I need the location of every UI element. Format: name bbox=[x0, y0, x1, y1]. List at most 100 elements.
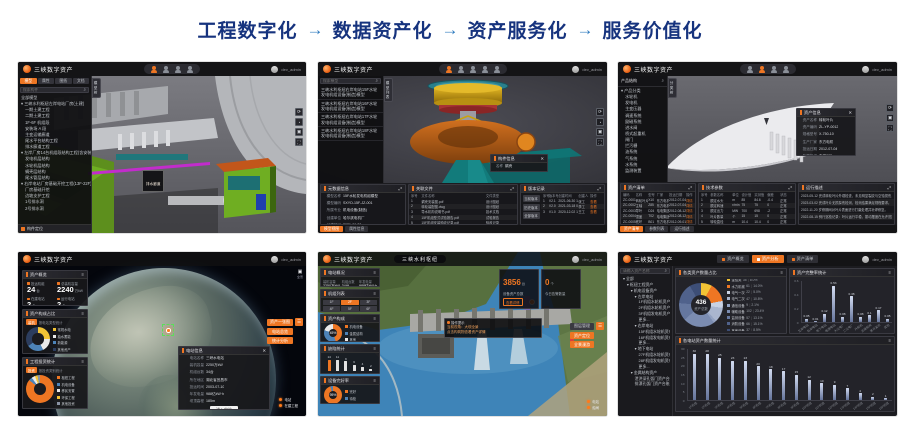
version-filter-button[interactable]: 历史版本 bbox=[523, 204, 540, 211]
tree-item[interactable]: 排漂孔弧门资产台账 bbox=[620, 381, 670, 387]
scene-action-button[interactable]: 资产定位 bbox=[570, 332, 594, 339]
unit-button[interactable]: 1F bbox=[323, 300, 340, 306]
table-row[interactable]: 1V2.12021-06-30 10:22张工查看 bbox=[541, 198, 604, 203]
table-row[interactable]: 2V2.02021-03-18 09:05李工查看 bbox=[541, 204, 604, 209]
model-list-item[interactable]: 三峡水利枢纽右岸电站16F水轮发电机组设备(制造)模型 bbox=[318, 100, 383, 114]
table-row[interactable]: ZC-0004顶盖T02哈电集团2012-08-12详情 bbox=[621, 214, 695, 219]
search-icon[interactable]: ⌕ bbox=[662, 79, 664, 83]
module-user-icon[interactable] bbox=[748, 66, 752, 70]
search-input[interactable] bbox=[323, 79, 374, 83]
search-input[interactable] bbox=[623, 269, 663, 273]
close-icon[interactable]: ✕ bbox=[540, 156, 544, 161]
table-row[interactable]: 3V1.02020-12-02 16:40王工查看 bbox=[541, 209, 604, 214]
module-user-icon[interactable] bbox=[459, 66, 463, 70]
table-row[interactable]: 2022-08-15 例行巡检记录：叶片运行平稳，振动摆度在允许范围内。 bbox=[799, 213, 894, 220]
more-icon[interactable]: ≡ bbox=[889, 338, 891, 343]
table-row[interactable]: 3导水机构说明书.pdf技术文档 bbox=[409, 209, 517, 214]
module-user-icon[interactable] bbox=[152, 66, 156, 70]
main-tab[interactable]: 资产分析 bbox=[752, 255, 784, 263]
more-icon[interactable]: ≡ bbox=[374, 316, 376, 321]
more-icon[interactable]: ≡ bbox=[82, 272, 84, 277]
more-icon[interactable]: ≡ bbox=[82, 311, 84, 316]
table-row[interactable]: ZC-0005底环B01东方电机2012-09-01详情 bbox=[621, 219, 695, 224]
more-icon[interactable]: ≡ bbox=[781, 270, 783, 275]
expand-icon[interactable]: ⤢ bbox=[888, 185, 891, 190]
expand-icon[interactable]: ⤢ bbox=[789, 185, 792, 190]
panorama-shortcut[interactable]: ▣ 全景 bbox=[297, 269, 303, 279]
module-user-icon[interactable] bbox=[188, 66, 192, 70]
sidebar-tab[interactable]: 模型 bbox=[20, 78, 37, 84]
table-row[interactable]: 2023-03-02 完成叶片无损探伤检测，检测结果满足规程要求。 bbox=[799, 199, 894, 206]
sidebar-tab[interactable]: 属性 bbox=[38, 78, 55, 84]
sidebar-tab[interactable]: 文档 bbox=[73, 78, 90, 84]
viewport-tool-icon[interactable]: ⛶ bbox=[886, 124, 894, 132]
more-icon[interactable]: ≡ bbox=[374, 291, 376, 296]
tree-item[interactable]: 2号排水洞 bbox=[18, 206, 91, 212]
table-row[interactable]: 5转轮直径m10.410.40正常 bbox=[699, 219, 795, 224]
sidebar-footer[interactable]: 构件定位 bbox=[18, 224, 91, 233]
bottom-tab[interactable]: 运行描述 bbox=[670, 226, 693, 232]
model-list-item[interactable]: 三峡水利枢纽右岸电站17F水轮发电机组设备(制造)模型 bbox=[318, 113, 383, 127]
bottom-tab[interactable]: 属性信息 bbox=[345, 226, 368, 232]
module-user-icon[interactable] bbox=[495, 66, 499, 70]
viewport-tool-icon[interactable]: ◔ bbox=[596, 118, 604, 126]
module-user-icon[interactable] bbox=[483, 66, 487, 70]
map-action-button[interactable]: 资产一张图 bbox=[267, 319, 293, 326]
filter-chip[interactable]: 投资 bbox=[26, 367, 37, 373]
model-list-item[interactable]: 三峡水利枢纽右岸电站18F水轮发电机组设备(制造)模型 bbox=[318, 127, 383, 141]
collapse-tab[interactable]: 模型树 bbox=[92, 78, 101, 98]
table-row[interactable]: ZC-0001转轮叶片X10东方电机2012-07-04详情 bbox=[621, 197, 695, 202]
expand-icon[interactable]: ⤢ bbox=[399, 186, 402, 191]
unit-button[interactable]: 6F bbox=[360, 306, 377, 312]
bottom-tab[interactable]: 参数列表 bbox=[645, 226, 668, 232]
expand-icon[interactable]: ⤢ bbox=[511, 186, 514, 191]
unit-button[interactable]: 4F bbox=[323, 306, 340, 312]
viewport-tool-icon[interactable]: ⟳ bbox=[886, 104, 894, 112]
table-row[interactable]: 2转轮装配图.dwg设计图纸 bbox=[409, 204, 517, 209]
avatar[interactable] bbox=[572, 66, 579, 73]
map-action-button[interactable]: 统计分析 bbox=[267, 337, 293, 344]
search-input[interactable] bbox=[23, 88, 82, 92]
filter-chip[interactable]: 装机 bbox=[26, 319, 37, 325]
table-row[interactable]: 415F机组型式试验报告.pdf试验报告 bbox=[409, 215, 517, 220]
avatar[interactable] bbox=[271, 66, 278, 73]
main-tab[interactable]: 资产概览 bbox=[717, 255, 749, 263]
avatar[interactable] bbox=[862, 256, 869, 263]
table-row[interactable]: ZC-0003导叶D24哈电集团2012-08-12详情 bbox=[621, 208, 695, 213]
scene-action-button[interactable]: 图层管理 bbox=[570, 323, 594, 330]
version-filter-button[interactable]: 全部版本 bbox=[523, 212, 540, 219]
version-filter-button[interactable]: 当前版本 bbox=[523, 195, 540, 202]
module-user-icon[interactable] bbox=[447, 66, 451, 70]
scene-action-button[interactable]: 全景漫游 bbox=[570, 341, 594, 348]
card-detail-button[interactable]: 查看详情 bbox=[503, 298, 523, 306]
main-tab[interactable]: 资产清单 bbox=[787, 255, 819, 263]
viewport-tool-icon[interactable]: ▣ bbox=[596, 128, 604, 136]
viewport-tool-icon[interactable]: ▣ bbox=[295, 128, 303, 136]
enter-station-button[interactable]: 进入电站 bbox=[210, 406, 238, 410]
collapse-tab[interactable]: 模型列表 bbox=[384, 78, 393, 102]
viewport-tool-icon[interactable]: ⛶ bbox=[596, 138, 604, 146]
unit-button[interactable]: 2F bbox=[341, 300, 358, 306]
module-user-icon[interactable] bbox=[176, 66, 180, 70]
table-row[interactable]: 1蜗壳安装图.pdf设计图纸 bbox=[409, 198, 517, 203]
model-list-item[interactable]: 三峡水利枢纽右岸电站15F水轮发电机组设备(制造)模型 bbox=[318, 86, 383, 100]
station-marker[interactable] bbox=[166, 328, 171, 333]
expand-icon[interactable]: ⤢ bbox=[689, 185, 692, 190]
expand-icon[interactable]: ⤢ bbox=[598, 186, 601, 191]
avatar[interactable] bbox=[572, 256, 579, 263]
bottom-tab[interactable]: 模型视图 bbox=[320, 226, 343, 232]
tree-item[interactable]: 监测装置 bbox=[618, 168, 667, 174]
viewport-tool-icon[interactable]: ⟳ bbox=[596, 108, 604, 116]
table-row[interactable]: 2额定转速r/min75750正常 bbox=[699, 203, 795, 208]
collapse-tab[interactable]: 分类树 bbox=[668, 78, 677, 98]
search-icon[interactable]: ⌕ bbox=[84, 88, 86, 92]
table-row[interactable]: 4叶片数量个15150正常 bbox=[699, 214, 795, 219]
more-icon[interactable]: ≡ bbox=[889, 270, 891, 275]
module-user-icon[interactable] bbox=[784, 66, 788, 70]
menu-icon[interactable]: ☰ bbox=[596, 322, 604, 330]
unit-button[interactable]: 3F bbox=[360, 300, 377, 306]
viewport-tool-icon[interactable]: ⛶ bbox=[295, 138, 303, 146]
viewport-tool-icon[interactable]: ▣ bbox=[886, 114, 894, 122]
table-row[interactable]: 1额定水头m8584.6-0.4正常 bbox=[699, 197, 795, 202]
close-icon[interactable]: ✕ bbox=[848, 110, 852, 115]
